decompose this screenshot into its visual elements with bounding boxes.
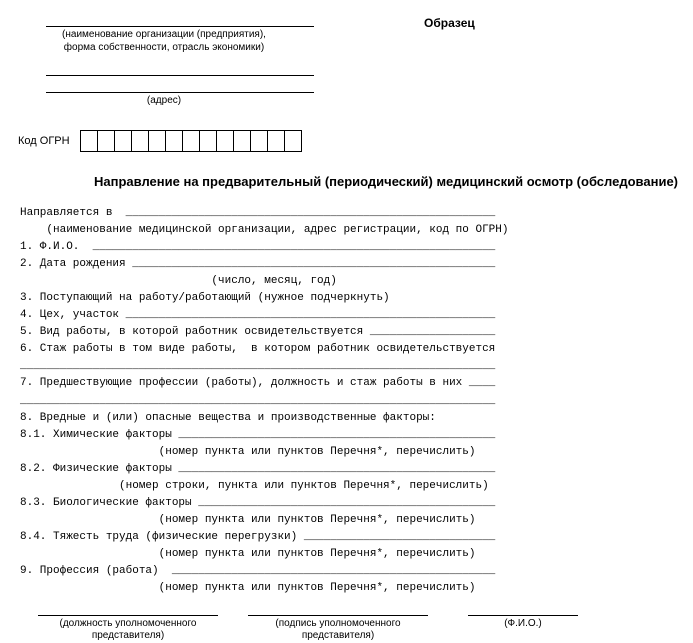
ogrn-box <box>97 130 115 152</box>
body-line: (номер строки, пункта или пунктов Перечн… <box>20 480 489 492</box>
ogrn-box <box>284 130 302 152</box>
body-line: Направляется в _________________________… <box>20 207 495 219</box>
body-line: ________________________________________… <box>20 395 495 407</box>
body-line: 1. Ф.И.О. ______________________________… <box>20 241 495 253</box>
body-line: 5. Вид работы, в которой работник освиде… <box>20 326 495 338</box>
ogrn-box <box>233 130 251 152</box>
body-line: 2. Дата рождения _______________________… <box>20 258 495 270</box>
header-row: (наименование организации (предприятия),… <box>14 14 679 112</box>
footer-col-signature: (подпись уполномоченного представителя) <box>248 615 428 642</box>
body-line: 6. Стаж работы в том виде работы, в кото… <box>20 343 495 355</box>
body-line: 4. Цех, участок ________________________… <box>20 309 495 321</box>
ogrn-box <box>165 130 183 152</box>
body-line: (номер пункта или пунктов Перечня*, пере… <box>20 446 475 458</box>
address-line-2 <box>46 80 314 93</box>
footer-col-position: (должность уполномоченного представителя… <box>38 615 218 642</box>
ogrn-box <box>80 130 98 152</box>
org-caption-1: (наименование организации (предприятия), <box>14 29 314 40</box>
footer-row: (должность уполномоченного представителя… <box>38 615 679 642</box>
address-caption: (адрес) <box>14 95 314 106</box>
ogrn-row: Код ОГРН <box>14 130 679 152</box>
footer-label: (Ф.И.О.) <box>468 618 578 630</box>
ogrn-box <box>114 130 132 152</box>
body-line: (наименование медицинской организации, а… <box>20 224 508 236</box>
signature-line <box>248 615 428 616</box>
ogrn-box <box>182 130 200 152</box>
ogrn-box <box>250 130 268 152</box>
ogrn-box <box>216 130 234 152</box>
org-name-line-1 <box>46 14 314 27</box>
signature-line <box>38 615 218 616</box>
body-line: (номер пункта или пунктов Перечня*, пере… <box>20 514 475 526</box>
body-line: (номер пункта или пунктов Перечня*, пере… <box>20 582 475 594</box>
address-line-1 <box>46 63 314 76</box>
ogrn-box <box>131 130 149 152</box>
body-line: 7. Предшествующие профессии (работы), до… <box>20 377 495 389</box>
body-line: 8.4. Тяжесть труда (физические перегрузк… <box>20 531 495 543</box>
ogrn-box <box>199 130 217 152</box>
body-line: 9. Профессия (работа) __________________… <box>20 565 495 577</box>
body-line: (число, месяц, год) <box>20 275 337 287</box>
body-line: 8.1. Химические факторы ________________… <box>20 429 495 441</box>
page: (наименование организации (предприятия),… <box>0 0 693 643</box>
ogrn-label: Код ОГРН <box>18 135 70 147</box>
body-line: 3. Поступающий на работу/работающий (нуж… <box>20 292 390 304</box>
body-line: 8. Вредные и (или) опасные вещества и пр… <box>20 412 436 424</box>
ogrn-box <box>267 130 285 152</box>
footer-col-fio: (Ф.И.О.) <box>468 615 578 642</box>
footer-label: (должность уполномоченного представителя… <box>38 618 218 642</box>
org-block: (наименование организации (предприятия),… <box>14 14 314 112</box>
sample-label: Образец <box>424 14 475 30</box>
ogrn-box <box>148 130 166 152</box>
ogrn-boxes <box>80 130 302 152</box>
signature-line <box>468 615 578 616</box>
form-body: Направляется в _________________________… <box>20 205 679 597</box>
org-caption-2: форма собственности, отрасль экономики) <box>14 42 314 53</box>
body-line: ________________________________________… <box>20 360 495 372</box>
footer-label: (подпись уполномоченного представителя) <box>248 618 428 642</box>
body-line: (номер пункта или пунктов Перечня*, пере… <box>20 548 475 560</box>
body-line: 8.3. Биологические факторы _____________… <box>20 497 495 509</box>
doc-title: Направление на предварительный (периодич… <box>94 174 679 189</box>
body-line: 8.2. Физические факторы ________________… <box>20 463 495 475</box>
